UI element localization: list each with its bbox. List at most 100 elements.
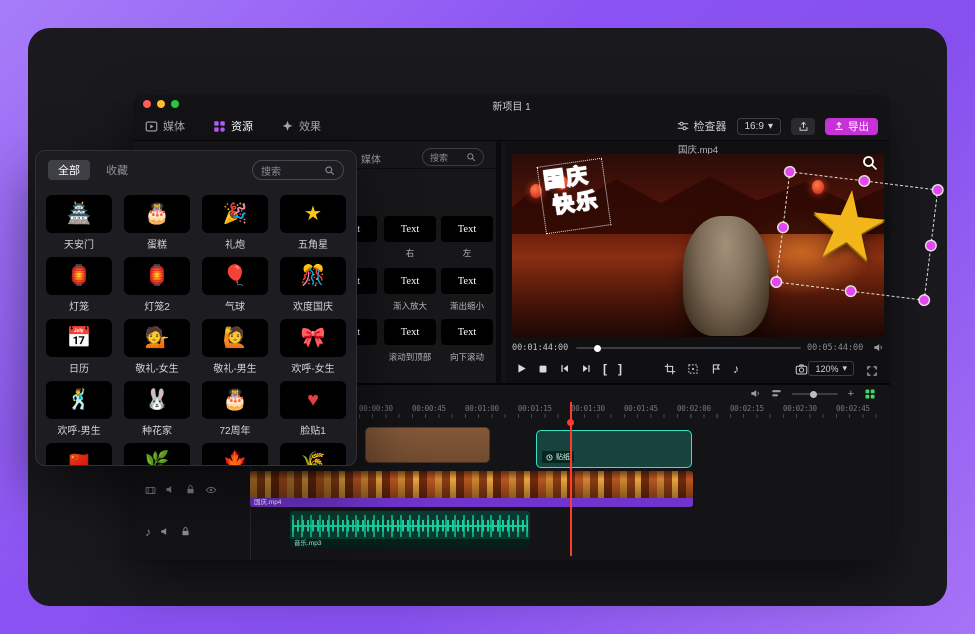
sticker-thumb[interactable]: 📅 [46,319,112,357]
sticker-item[interactable]: 🎉礼炮 [202,195,268,248]
text-preset-thumb[interactable]: Text [441,268,493,294]
text-preset-thumb[interactable]: Text [441,319,493,345]
sticker-thumb[interactable]: 🎈 [202,257,268,295]
sticker-item[interactable]: 🏯天安门 [46,195,112,248]
sticker-thumb[interactable]: 🎂 [124,195,190,233]
track-height-button[interactable] [771,385,782,403]
sticker-thumb[interactable]: 🍁 [202,443,268,465]
text-sticker-overlay[interactable]: 国庆 快乐 [537,158,612,235]
timeline-zoom-slider[interactable] [792,393,838,395]
seek-bar[interactable] [576,347,801,349]
tab-media[interactable]: 媒体 [145,118,185,134]
sticker-thumb[interactable]: 🌿 [124,443,190,465]
sticker-item[interactable]: 🎀欢呼-女生 [280,319,346,372]
timeline-volume-button[interactable] [750,385,761,403]
overlay-clip[interactable] [365,427,490,463]
mute-track-button[interactable] [160,523,171,541]
sticker-tab-favorites[interactable]: 收藏 [106,162,128,178]
sticker-item[interactable]: 📅日历 [46,319,112,372]
sticker-item[interactable]: ♥脸贴1 [280,381,346,434]
marker-button[interactable] [710,360,722,378]
sticker-thumb[interactable]: ♥ [280,381,346,419]
sticker-icon: 🏯 [67,204,92,224]
sticker-thumb[interactable]: 🎉 [202,195,268,233]
stop-button[interactable] [538,360,548,378]
sticker-thumb[interactable]: 🕺 [46,381,112,419]
sticker-thumb[interactable]: 🌾 [280,443,346,465]
export-button[interactable]: 导出 [825,118,878,135]
sticker-item[interactable]: 🐰种花家 [124,381,190,434]
sticker-thumb[interactable]: 🐰 [124,381,190,419]
sticker-item[interactable]: 🙋敬礼-男生 [202,319,268,372]
video-clip[interactable]: 国庆.mp4 [250,471,693,507]
sticker-item[interactable]: 💁敬礼-女生 [124,319,190,372]
inspector-toggle[interactable]: 检查器 [677,118,727,134]
sticker-thumb[interactable]: 🎊 [280,257,346,295]
mark-out-button[interactable]: ] [618,362,622,376]
tab-effects[interactable]: 效果 [281,118,321,134]
sticker-item[interactable]: 🏮灯笼 [46,257,112,310]
timeline-zoom-in-button[interactable]: + [848,389,854,400]
media-search-input[interactable]: 搜索 [422,148,484,166]
transform-button[interactable] [687,360,699,378]
playhead-marker[interactable] [567,419,574,426]
sticker-search-placeholder: 搜索 [261,163,281,178]
audio-tools-button[interactable]: ♪ [733,362,739,376]
sticker-clip[interactable]: 贴纸 [536,430,692,468]
resize-handle-bottom[interactable] [845,286,855,296]
fit-timeline-button[interactable] [864,385,876,403]
video-track-header [145,481,217,499]
crop-button[interactable] [664,360,676,378]
volume-icon[interactable] [873,342,884,353]
sticker-thumb[interactable]: 🏮 [124,257,190,295]
scrub-row: 00:01:44:00 00:05:44:00 [506,340,890,354]
sticker-item[interactable]: 🎂72周年 [202,381,268,434]
sticker-thumb[interactable]: 🇨🇳 [46,443,112,465]
text-preset-thumb[interactable]: Text [384,319,436,345]
seek-handle[interactable] [594,345,601,352]
sticker-search-input[interactable]: 搜索 [252,160,344,180]
playhead[interactable] [570,402,572,556]
sticker-item[interactable]: 🎊欢度国庆 [280,257,346,310]
lock-track-button[interactable] [180,523,191,541]
sticker-icon: ★ [304,204,322,224]
preview-zoom-dropdown[interactable]: 120% ▾ [808,361,854,376]
fullscreen-button[interactable] [866,362,878,380]
mute-track-button[interactable] [165,481,176,499]
play-button[interactable] [516,360,527,378]
star-sticker[interactable]: ★ [801,176,895,278]
snapshot-button[interactable] [795,361,808,379]
sticker-item[interactable]: 🎂蛋糕 [124,195,190,248]
share-button[interactable] [791,118,815,135]
sticker-item[interactable]: 🎈气球 [202,257,268,310]
sticker-item[interactable]: 🕺欢呼-男生 [46,381,112,434]
next-frame-button[interactable] [581,360,592,378]
aspect-ratio-dropdown[interactable]: 16:9 ▾ [737,118,782,135]
sticker-thumb[interactable]: 🎀 [280,319,346,357]
mark-in-button[interactable]: [ [603,362,607,376]
hide-track-button[interactable] [205,481,217,499]
lock-track-button[interactable] [185,481,196,499]
text-preset-thumb[interactable]: Text [384,268,436,294]
sticker-thumb[interactable]: 🏯 [46,195,112,233]
sticker-item[interactable]: 🌾 [280,443,346,465]
tab-resources[interactable]: 资源 [213,118,253,134]
audio-clip[interactable]: 音乐.mp3 [290,511,530,548]
resize-handle-tl[interactable] [785,167,795,177]
sticker-thumb[interactable]: 💁 [124,319,190,357]
sticker-thumb[interactable]: 🎂 [202,381,268,419]
sticker-item[interactable]: 🍁 [202,443,268,465]
sticker-item[interactable]: 🇨🇳 [46,443,112,465]
sticker-thumb[interactable]: 🙋 [202,319,268,357]
sticker-item[interactable]: 🏮灯笼2 [124,257,190,310]
sticker-thumb[interactable]: ★ [280,195,346,233]
text-preset-thumb[interactable]: Text [384,216,436,242]
sticker-item[interactable]: ★五角星 [280,195,346,248]
sticker-thumb[interactable]: 🏮 [46,257,112,295]
sticker-tab-all[interactable]: 全部 [48,160,90,180]
sticker-item[interactable]: 🌿 [124,443,190,465]
text-preset-thumb[interactable]: Text [441,216,493,242]
prev-frame-button[interactable] [559,360,570,378]
timeline-zoom-handle[interactable] [810,391,817,398]
resize-handle-left[interactable] [778,222,788,232]
